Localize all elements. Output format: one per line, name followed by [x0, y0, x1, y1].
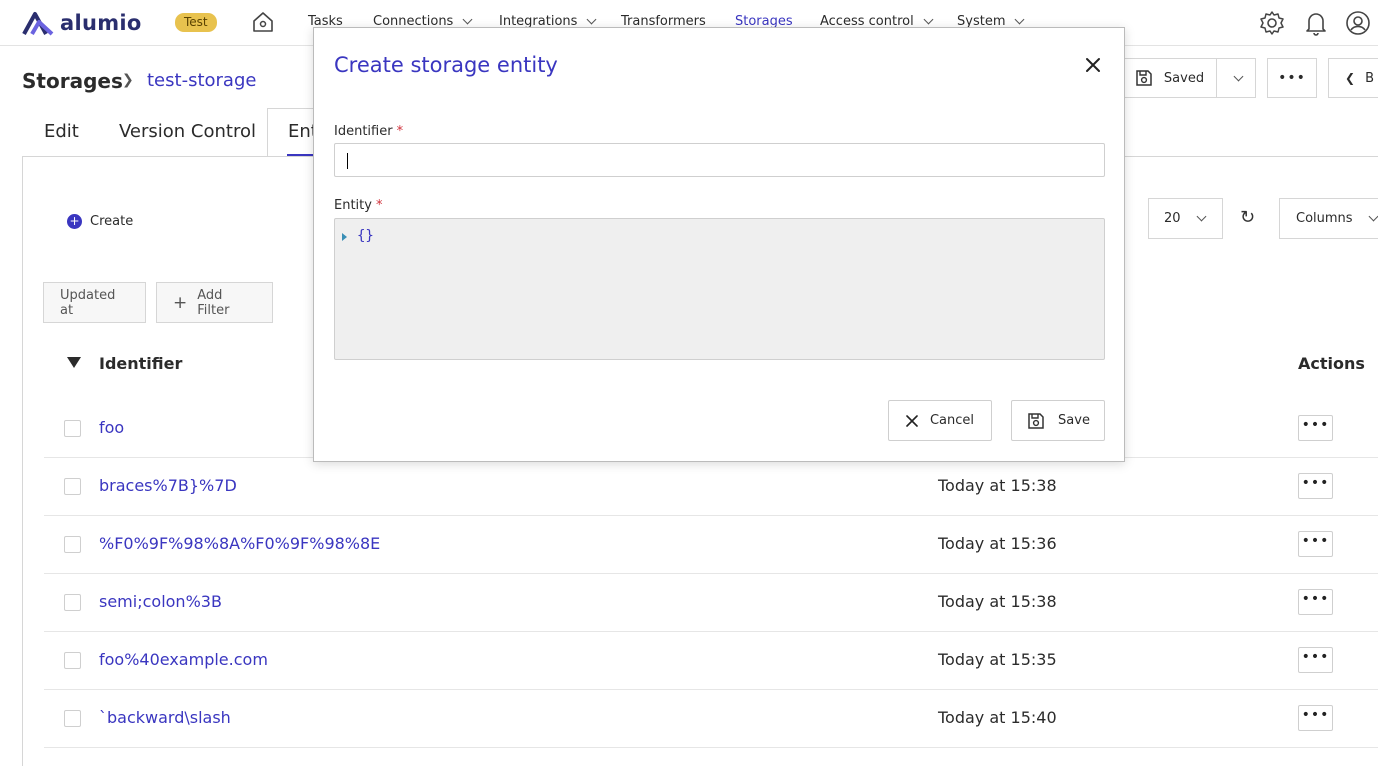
user-profile-icon[interactable] — [1345, 10, 1371, 36]
row-checkbox[interactable] — [64, 652, 81, 669]
notifications-bell-icon[interactable] — [1304, 10, 1328, 36]
updated-at-filter-label: Updated at — [60, 287, 116, 318]
identifier-label-text: Identifier — [334, 124, 393, 139]
sort-descending-icon[interactable] — [67, 357, 81, 368]
row-checkbox[interactable] — [64, 710, 81, 727]
table-row: %F0%9F%98%8A%F0%9F%98%8E Today at 15:36 … — [44, 516, 1378, 574]
save-options-dropdown[interactable] — [1216, 58, 1256, 98]
add-filter-label: Add Filter — [197, 287, 230, 318]
identifier-field-label: Identifier * — [334, 124, 403, 139]
row-actions-button[interactable]: ••• — [1298, 589, 1333, 615]
table-row: braces%7B}%7D Today at 15:38 ••• — [44, 458, 1378, 516]
close-icon — [906, 414, 918, 427]
create-entity-button[interactable]: + Create — [67, 214, 133, 229]
chevron-down-icon — [1233, 71, 1244, 81]
row-identifier-link[interactable]: braces%7B}%7D — [99, 476, 237, 495]
home-icon[interactable] — [251, 10, 275, 34]
create-storage-entity-dialog: Create storage entity Identifier * Entity… — [313, 27, 1125, 462]
refresh-icon[interactable]: ↻ — [1240, 207, 1255, 228]
page-size-select[interactable]: 20 — [1148, 198, 1223, 239]
logo-text: alumio — [60, 11, 142, 35]
row-identifier-link[interactable]: `backward\slash — [99, 708, 231, 727]
back-button[interactable]: ❮ B — [1328, 58, 1378, 98]
breadcrumb-current: test-storage — [147, 70, 257, 91]
chevron-left-icon: ❮ — [1345, 71, 1356, 85]
save-label: Save — [1058, 413, 1090, 428]
identifier-input[interactable] — [334, 143, 1105, 177]
row-identifier-link[interactable]: foo%40example.com — [99, 650, 268, 669]
row-identifier-link[interactable]: %F0%9F%98%8A%F0%9F%98%8E — [99, 534, 380, 553]
expand-triangle-icon[interactable] — [342, 233, 347, 241]
table-row: `backward\slash Today at 15:40 ••• — [44, 690, 1378, 748]
close-icon[interactable] — [1082, 54, 1104, 76]
row-actions-button[interactable]: ••• — [1298, 415, 1333, 441]
json-value: {} — [357, 228, 374, 244]
row-actions-button[interactable]: ••• — [1298, 705, 1333, 731]
cancel-button[interactable]: Cancel — [888, 400, 992, 441]
column-header-identifier[interactable]: Identifier — [99, 354, 182, 373]
plus-circle-icon: + — [67, 214, 82, 229]
breadcrumb-root[interactable]: Storages — [22, 69, 123, 93]
logo-mark-icon — [22, 12, 54, 36]
saved-button[interactable]: Saved — [1120, 58, 1218, 98]
row-updated-at: Today at 15:40 — [938, 708, 1057, 727]
chevron-down-icon — [462, 14, 473, 25]
required-mark: * — [396, 124, 404, 139]
saved-label: Saved — [1163, 70, 1205, 86]
dialog-title: Create storage entity — [334, 53, 558, 77]
row-checkbox[interactable] — [64, 536, 81, 553]
tab-version-control[interactable]: Version Control — [119, 121, 256, 142]
tab-edit[interactable]: Edit — [44, 121, 79, 142]
save-disk-icon — [1136, 70, 1152, 86]
row-checkbox[interactable] — [64, 594, 81, 611]
columns-label: Columns — [1296, 211, 1353, 226]
breadcrumb-separator-icon: ❯ — [122, 72, 134, 88]
row-updated-at: Today at 15:38 — [938, 476, 1057, 495]
updated-at-filter[interactable]: Updated at — [43, 282, 146, 323]
entity-json-editor[interactable]: {} — [334, 218, 1105, 360]
more-actions-button[interactable]: ••• — [1267, 58, 1317, 98]
row-identifier-link[interactable]: semi;colon%3B — [99, 592, 222, 611]
table-row: foo%40example.com Today at 15:35 ••• — [44, 632, 1378, 690]
chevron-down-icon — [1196, 211, 1206, 222]
alumio-logo[interactable]: alumio — [22, 10, 142, 36]
cancel-label: Cancel — [929, 413, 975, 428]
row-actions-button[interactable]: ••• — [1298, 531, 1333, 557]
chevron-down-icon — [1368, 211, 1378, 222]
table-row: semi;colon%3B Today at 15:38 ••• — [44, 574, 1378, 632]
save-button[interactable]: Save — [1011, 400, 1105, 441]
row-updated-at: Today at 15:36 — [938, 534, 1057, 553]
save-disk-icon — [1028, 412, 1044, 429]
text-cursor — [347, 153, 348, 169]
chevron-down-icon — [1015, 14, 1025, 25]
chevron-down-icon — [923, 14, 934, 25]
columns-button[interactable]: Columns — [1279, 198, 1378, 239]
row-checkbox[interactable] — [64, 478, 81, 495]
column-header-actions: Actions — [1298, 354, 1365, 373]
row-identifier-link[interactable]: foo — [99, 418, 124, 437]
row-updated-at: Today at 15:38 — [938, 592, 1057, 611]
row-updated-at: Today at 15:35 — [938, 650, 1057, 669]
environment-badge: Test — [175, 13, 217, 32]
entity-label-text: Entity — [334, 198, 372, 213]
add-filter-button[interactable]: + Add Filter — [156, 282, 273, 323]
create-label: Create — [90, 214, 134, 229]
required-mark: * — [375, 198, 383, 213]
settings-gear-icon[interactable] — [1259, 10, 1285, 36]
entity-field-label: Entity * — [334, 198, 382, 213]
plus-icon: + — [173, 292, 188, 313]
page-size-value: 20 — [1164, 211, 1181, 226]
row-actions-button[interactable]: ••• — [1298, 473, 1333, 499]
back-label: B — [1365, 70, 1374, 86]
row-checkbox[interactable] — [64, 420, 81, 437]
chevron-down-icon — [586, 14, 597, 25]
row-actions-button[interactable]: ••• — [1298, 647, 1333, 673]
